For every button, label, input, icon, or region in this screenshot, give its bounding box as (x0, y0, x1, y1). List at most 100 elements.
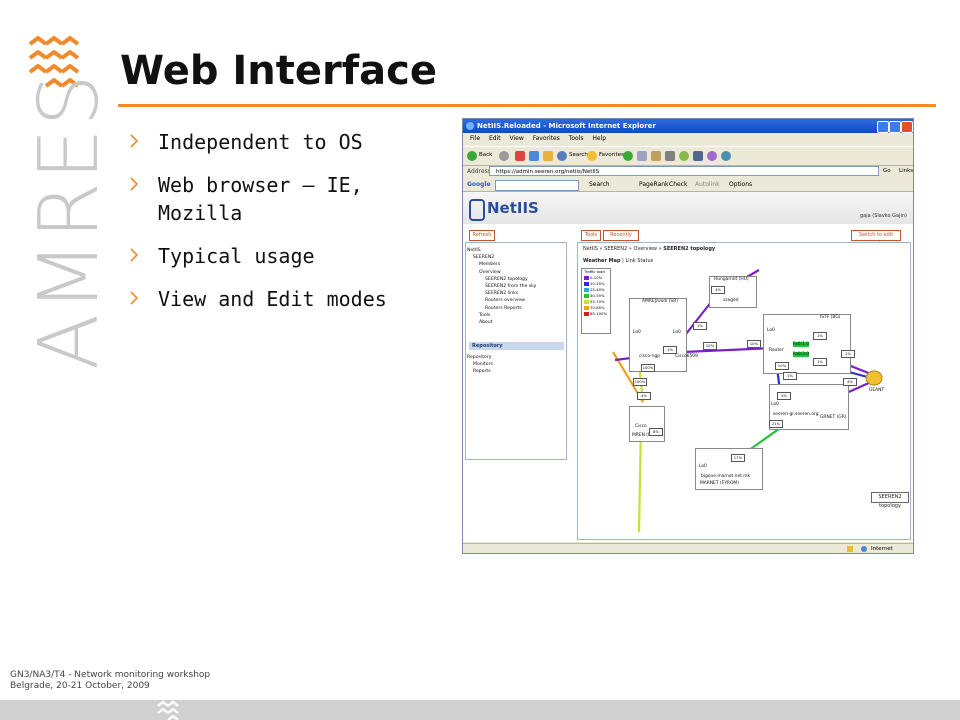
node-marnet[interactable]: MARNET (FYROM) (695, 448, 763, 490)
menu-view[interactable]: View (510, 135, 524, 142)
geant-node-icon[interactable] (865, 370, 883, 386)
close-icon[interactable] (901, 121, 913, 133)
footer-line: GN3/NA3/T4 - Network monitoring workshop (10, 670, 211, 680)
messenger-icon[interactable] (679, 151, 689, 161)
load-label: 4% (637, 392, 651, 400)
media-icon[interactable] (623, 151, 633, 161)
google-search-button[interactable]: Search (589, 179, 610, 191)
address-bar: Address https://admin.seeren.org/netiis/… (463, 165, 913, 178)
bullet-arrow-icon (130, 134, 139, 148)
device-label: Lo0 (699, 464, 707, 469)
node-label: GRNET (GR) (820, 415, 847, 420)
device-label: Cisco6509 (675, 354, 698, 359)
favorites-label[interactable]: Favorites (599, 152, 624, 158)
footer-bar (0, 700, 960, 720)
load-label: 100% (633, 378, 647, 386)
go-button[interactable]: Go (883, 165, 891, 178)
bullet-arrow-icon (130, 248, 139, 262)
load-label: 8% (649, 428, 663, 436)
device-label: szeged (723, 298, 739, 303)
browser-titlebar: NetIIS.Reloaded - Microsoft Internet Exp… (463, 119, 913, 133)
load-label: 1% (783, 372, 797, 380)
load-label: 4% (711, 286, 725, 294)
mail-icon[interactable] (651, 151, 661, 161)
pagerank-button[interactable]: PageRank (639, 179, 669, 191)
status-zone: Internet (871, 546, 893, 552)
node-label: MARNET (FYROM) (700, 481, 739, 486)
load-label: 10% (775, 362, 789, 370)
node-amrej[interactable]: AMREJ/Uodi (SR) (629, 298, 687, 372)
search-label[interactable]: Search (569, 152, 588, 158)
google-toolbar: Google Search PageRank Check Autolink Op… (463, 179, 913, 192)
bullet-item: Typical usage (122, 242, 422, 270)
node-label: Hungarnet (HU) (714, 277, 749, 282)
bullet-text: View and Edit modes (158, 287, 387, 311)
history-icon[interactable] (637, 151, 647, 161)
topology-button[interactable]: SEEREN2 topology (871, 492, 909, 509)
maximize-icon[interactable] (889, 121, 901, 133)
menu-bar: File Edit View Favorites Tools Help (463, 133, 913, 145)
google-brand: Google (467, 181, 491, 188)
search-icon[interactable] (557, 151, 567, 161)
favorites-icon[interactable] (587, 151, 597, 161)
addon-icon[interactable] (707, 151, 717, 161)
footer-logo-icon (157, 700, 179, 720)
link-amrej-istf[interactable] (682, 346, 776, 354)
menu-tools[interactable]: Tools (569, 135, 584, 142)
footer-line: Belgrade, 20-21 October, 2009 (10, 681, 150, 691)
load-label: 1% (663, 346, 677, 354)
bullet-arrow-icon (130, 291, 139, 305)
options-button[interactable]: Options (729, 179, 752, 191)
bullet-arrow-icon (130, 177, 139, 191)
interface-label: Fa0/3.0 (793, 352, 810, 357)
vertical-brand-text: AMRES (22, 72, 117, 370)
device-label: Lo0 (633, 330, 641, 335)
links-button[interactable]: Links (899, 165, 913, 178)
bullet-list: Independent to OS Web browser – IE, Mozi… (122, 128, 422, 328)
bullet-item: Independent to OS (122, 128, 422, 156)
bullet-item: Web browser – IE, Mozilla (122, 171, 422, 227)
internet-zone-icon (861, 546, 867, 552)
load-label: 10% (747, 340, 761, 348)
home-icon[interactable] (543, 151, 553, 161)
device-label: bigone.marnet.net.mk (701, 474, 751, 479)
load-label: 1% (693, 322, 707, 330)
menu-help[interactable]: Help (592, 135, 606, 142)
stop-icon[interactable] (515, 151, 525, 161)
geant-label: GEANT (869, 388, 885, 393)
device-label: seeren-gr.seeren.org (773, 412, 819, 417)
tool-icon[interactable] (693, 151, 703, 161)
device-label: Lo0 (673, 330, 681, 335)
load-label: 4% (777, 392, 791, 400)
minimize-icon[interactable] (877, 121, 889, 133)
bullet-text: Web browser – IE, Mozilla (158, 173, 363, 225)
menu-file[interactable]: File (470, 135, 480, 142)
google-search-input[interactable] (495, 180, 579, 191)
load-label: 17% (731, 454, 745, 462)
load-label: 1% (841, 350, 855, 358)
refresh-icon[interactable] (529, 151, 539, 161)
ie-icon (466, 122, 474, 130)
page-content: NetIIS gaja (Slavko Gajin) Refresh Tools… (463, 192, 913, 542)
back-icon[interactable] (467, 151, 477, 161)
forward-icon[interactable] (499, 151, 509, 161)
load-label: 1% (813, 358, 827, 366)
bullet-item: View and Edit modes (122, 285, 422, 313)
extra-icon[interactable] (721, 151, 731, 161)
title-underline (118, 104, 936, 107)
address-input[interactable]: https://admin.seeren.org/netiis/NetIIS (489, 166, 879, 176)
load-label: 21% (769, 420, 783, 428)
node-label: ISTF (BG) (820, 315, 841, 320)
device-label: Cisco (635, 424, 647, 429)
check-button[interactable]: Check (669, 179, 687, 191)
browser-screenshot: NetIIS.Reloaded - Microsoft Internet Exp… (462, 118, 914, 554)
autolink-button[interactable]: Autolink (695, 179, 720, 191)
menu-edit[interactable]: Edit (489, 135, 501, 142)
device-label: Router (769, 348, 784, 353)
interface-label: Fa0/1.0 (793, 342, 810, 347)
bullet-text: Typical usage (158, 244, 315, 268)
menu-favorites[interactable]: Favorites (533, 135, 560, 142)
back-label[interactable]: Back (479, 152, 492, 158)
print-icon[interactable] (665, 151, 675, 161)
device-label: Lo0 (767, 328, 775, 333)
